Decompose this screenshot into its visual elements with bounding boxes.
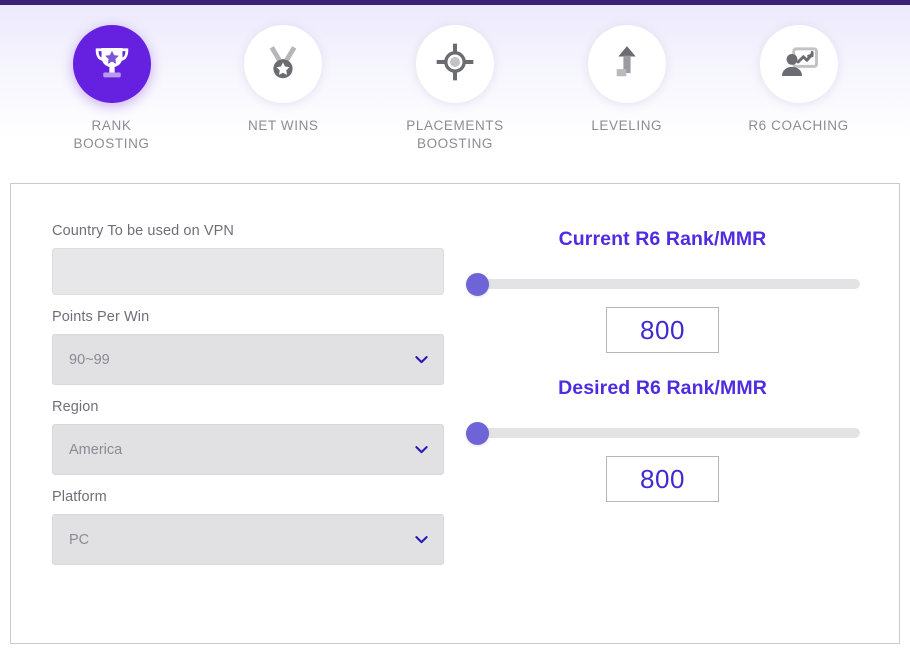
desired-rank-value-box[interactable]: 800	[606, 456, 719, 502]
current-rank-slider-thumb[interactable]	[465, 273, 489, 296]
desired-rank-slider-thumb[interactable]	[465, 422, 489, 445]
tab-leveling[interactable]: LEVELING	[543, 25, 710, 135]
tab-placements-boosting-circle[interactable]	[416, 25, 494, 103]
desired-rank-group: Desired R6 Rank/MMR 800	[464, 377, 861, 502]
tab-leveling-label: LEVELING	[591, 118, 663, 133]
region-value: America	[69, 441, 123, 458]
trophy-icon	[91, 41, 133, 88]
desired-rank-value: 800	[640, 463, 685, 494]
rank-sliders: Current R6 Rank/MMR 800 Desired R6 Rank/…	[464, 210, 861, 643]
platform-value: PC	[69, 531, 90, 548]
current-rank-slider[interactable]	[465, 272, 860, 296]
tab-net-wins-label: NET WINS	[247, 118, 319, 133]
current-rank-title: Current R6 Rank/MMR	[558, 228, 767, 250]
field-points-per-win: Points Per Win 90~99	[52, 309, 464, 385]
platform-select[interactable]: PC	[52, 514, 444, 565]
configurator-card: Country To be used on VPN Points Per Win…	[10, 183, 900, 644]
desired-rank-slider[interactable]	[465, 421, 860, 445]
target-icon	[435, 42, 475, 87]
points-per-win-label: Points Per Win	[52, 309, 150, 325]
field-country: Country To be used on VPN	[52, 223, 464, 295]
points-per-win-value: 90~99	[69, 351, 110, 368]
coaching-icon	[778, 41, 820, 88]
field-region: Region America	[52, 399, 464, 475]
tab-rank-boosting[interactable]: RANK BOOSTING	[28, 25, 195, 153]
tab-rank-boosting-label: RANK BOOSTING	[73, 118, 150, 152]
country-input[interactable]	[52, 248, 444, 295]
tab-r6-coaching-label: R6 COACHING	[748, 118, 849, 133]
tab-r6-coaching-circle[interactable]	[759, 25, 838, 103]
boosting-configurator-page: RANK BOOSTING NET WINS PLACEMENTS BOOSTI…	[0, 0, 910, 653]
current-rank-group: Current R6 Rank/MMR 800	[464, 228, 861, 353]
order-form: Country To be used on VPN Points Per Win…	[52, 210, 464, 643]
tab-leveling-circle[interactable]	[587, 25, 666, 103]
points-per-win-select[interactable]: 90~99	[52, 334, 444, 385]
current-rank-value: 800	[640, 314, 685, 345]
desired-rank-title: Desired R6 Rank/MMR	[558, 377, 767, 399]
tab-rank-boosting-circle[interactable]	[72, 25, 151, 103]
medal-icon	[263, 42, 303, 87]
platform-label: Platform	[52, 489, 107, 505]
region-select[interactable]: America	[52, 424, 444, 475]
tab-r6-coaching[interactable]: R6 COACHING	[715, 25, 882, 135]
tab-placements-boosting[interactable]: PLACEMENTS BOOSTING	[372, 25, 539, 153]
field-platform: Platform PC	[52, 489, 464, 565]
tab-net-wins[interactable]: NET WINS	[200, 25, 367, 135]
current-rank-value-box[interactable]: 800	[606, 307, 719, 353]
region-label: Region	[52, 399, 99, 415]
current-rank-slider-track[interactable]	[465, 279, 860, 289]
service-tab-strip: RANK BOOSTING NET WINS PLACEMENTS BOOSTI…	[0, 5, 910, 177]
desired-rank-slider-track[interactable]	[465, 428, 860, 438]
tab-net-wins-circle[interactable]	[244, 25, 323, 103]
country-label: Country To be used on VPN	[52, 223, 234, 239]
level-up-icon	[608, 43, 646, 86]
tab-placements-boosting-label: PLACEMENTS BOOSTING	[406, 118, 504, 152]
